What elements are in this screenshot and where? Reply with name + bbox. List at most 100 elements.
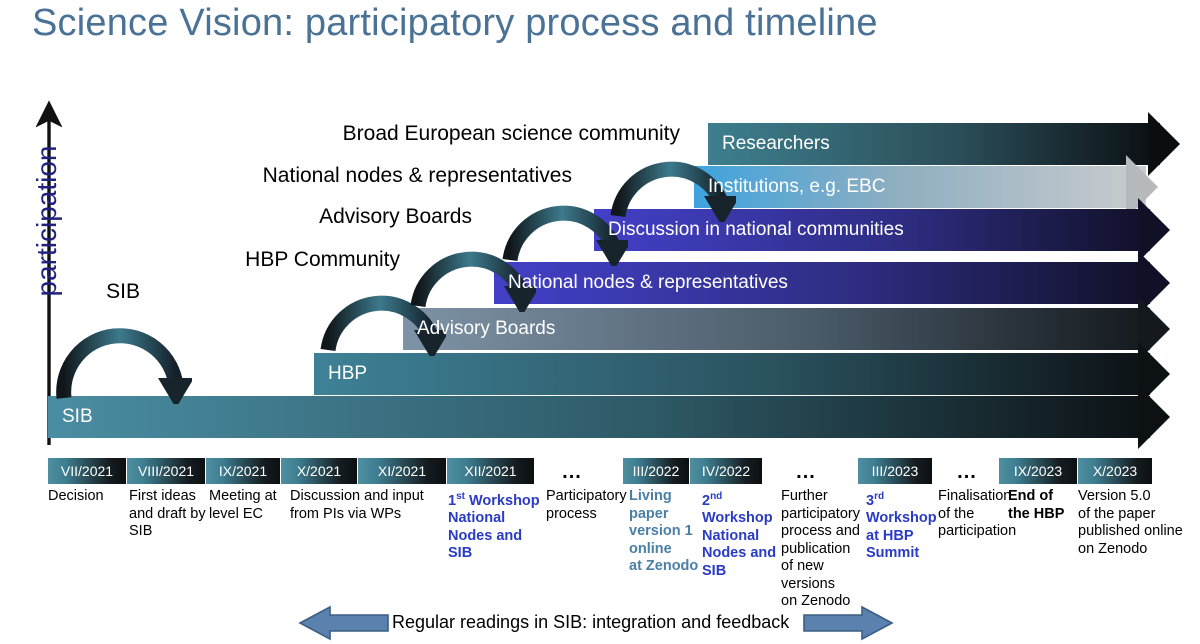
caption-line: at Zenodo: [629, 558, 699, 574]
timeline-block-9[interactable]: IX/2023: [999, 458, 1077, 484]
ellipsis-text: ...: [957, 461, 977, 483]
timeline-caption-3: Discussion and input from PIs via WPs: [290, 488, 440, 523]
bar-label-advisory-boards: Advisory Boards: [417, 318, 556, 339]
bar-label-sib: SIB: [62, 406, 93, 427]
caption-line: participatory: [781, 505, 860, 522]
timeline-block-label: XII/2021: [464, 463, 517, 479]
timeline-caption-10: Finalisation of the participation: [938, 488, 1016, 541]
bar-body: [314, 353, 1150, 395]
bar-body: [48, 396, 1150, 438]
timeline-caption-0: Decision: [48, 488, 128, 506]
caption-line: End of: [1008, 488, 1054, 504]
caption-line: Version 5.0: [1078, 488, 1151, 504]
caption-line: Participatory: [546, 488, 627, 504]
caption-line: participation: [938, 523, 1017, 539]
caption-line: Finalisation: [938, 488, 1012, 504]
caption-line: 1st Workshop: [448, 491, 540, 509]
ellipsis-text: ...: [562, 461, 582, 483]
slide-canvas: Science Vision: participatory process an…: [0, 0, 1200, 644]
caption-line: of the paper: [1078, 505, 1156, 522]
caption-line: Summit: [866, 545, 920, 562]
caption-line: National: [702, 527, 760, 544]
timeline-block-label: X/2023: [1092, 463, 1138, 479]
bar-label-hbp: HBP: [328, 363, 368, 384]
timeline-block-label: IX/2023: [1013, 463, 1063, 479]
caption-line: National: [448, 510, 506, 527]
caption-line: process and: [781, 523, 860, 539]
timeline-block-4[interactable]: XI/2021: [358, 458, 446, 484]
bar-national-nodes: National nodes & representatives: [494, 251, 1170, 315]
timeline-block-8[interactable]: III/2023: [858, 458, 932, 484]
level-label-sib: SIB: [106, 280, 140, 303]
caption-line: SIB: [702, 562, 727, 579]
bar-advisory-boards: Advisory Boards: [403, 297, 1170, 361]
caption-line: Decision: [48, 488, 104, 504]
timeline-block-label: XI/2021: [377, 463, 427, 479]
caption-line: Meeting at: [209, 488, 277, 504]
footer-caption: Regular readings in SIB: integration and…: [392, 612, 790, 632]
timeline-ellipsis-2: ...: [941, 458, 993, 484]
caption-line: on Zenodo: [1078, 540, 1148, 557]
caption-line: version 1: [629, 523, 693, 539]
caption-line: online: [629, 540, 672, 557]
timeline-block-label: III/2023: [871, 463, 919, 479]
bar-label-national-nodes: National nodes & representatives: [508, 272, 788, 293]
timeline-caption-9: 3rd Workshop at HBP Summit: [866, 488, 938, 563]
caption-line: 3rd: [866, 491, 885, 509]
timeline-ellipsis-0: ...: [544, 458, 600, 484]
timeline-block-label: X/2021: [296, 463, 342, 479]
caption-line: Nodes and: [448, 527, 523, 544]
caption-line: process: [546, 505, 597, 522]
timeline-block-1[interactable]: VIII/2021: [127, 458, 205, 484]
caption-line: publication: [781, 540, 851, 557]
caption-line: and draft by: [129, 505, 206, 522]
caption-line: SIB: [129, 523, 153, 539]
timeline-caption-12: Version 5.0 of the paper published online o…: [1078, 488, 1194, 558]
timeline-block-0[interactable]: VII/2021: [48, 458, 126, 484]
caption-line: from PIs via WPs: [290, 505, 402, 522]
timeline-block-label: VII/2021: [60, 463, 114, 479]
arrow-right-icon: [803, 605, 894, 641]
timeline-block-label: VIII/2021: [137, 463, 195, 479]
bar-sib: SIB: [48, 385, 1170, 449]
caption-line: of the: [938, 505, 975, 522]
timeline-block-2[interactable]: IX/2021: [206, 458, 280, 484]
bar-arrowhead: [1138, 385, 1170, 449]
caption-line: Discussion and input: [290, 488, 424, 504]
ellipsis-text: ...: [796, 461, 816, 483]
caption-line: Further: [781, 488, 828, 504]
timeline-block-5[interactable]: XII/2021: [447, 458, 534, 484]
axis-label-participation: participation: [31, 145, 62, 297]
caption-line: SIB: [448, 545, 473, 562]
bar-discussion: Discussion in national communities: [594, 198, 1170, 262]
timeline-caption-8: Further participatory process and publicati…: [781, 488, 877, 611]
caption-line: paper: [629, 505, 669, 522]
timeline-caption-6: Living paper version 1 online at Zenodo: [629, 488, 701, 576]
bar-institutions: Institutions, e.g. EBC: [694, 155, 1158, 219]
timeline-caption-5: Participatory process: [546, 488, 630, 523]
timeline-caption-7: 2nd Workshop National Nodes and SIB: [702, 488, 780, 580]
caption-line: Nodes and: [702, 545, 777, 562]
page-title: Science Vision: participatory process an…: [32, 2, 878, 44]
caption-line: Workshop: [702, 510, 773, 527]
timeline-caption-2: Meeting at level EC: [209, 488, 289, 523]
timeline-ellipsis-1: ...: [778, 458, 834, 484]
timeline-caption-4: 1st Workshop National Nodes and SIB: [448, 488, 544, 563]
timeline-block-label: III/2022: [632, 463, 680, 479]
caption-line: Living: [629, 488, 672, 504]
caption-line: level EC: [209, 505, 263, 522]
timeline-block-10[interactable]: X/2023: [1078, 458, 1152, 484]
timeline-block-label: IV/2022: [701, 463, 751, 479]
timeline-block-7[interactable]: IV/2022: [690, 458, 762, 484]
bar-label-institutions: Institutions, e.g. EBC: [708, 176, 886, 197]
timeline-caption-11: End of the HBP: [1008, 488, 1074, 523]
timeline-block-6[interactable]: III/2022: [623, 458, 689, 484]
bar-label-discussion: Discussion in national communities: [608, 219, 904, 240]
caption-line: 2nd: [702, 491, 723, 509]
caption-line: published online: [1078, 523, 1183, 539]
curved-arrow-sib: [56, 328, 192, 404]
bar-label-researchers: Researchers: [722, 133, 830, 154]
timeline-block-3[interactable]: X/2021: [281, 458, 357, 484]
caption-line: the HBP: [1008, 505, 1065, 522]
bar-hbp: HBP: [314, 342, 1170, 406]
